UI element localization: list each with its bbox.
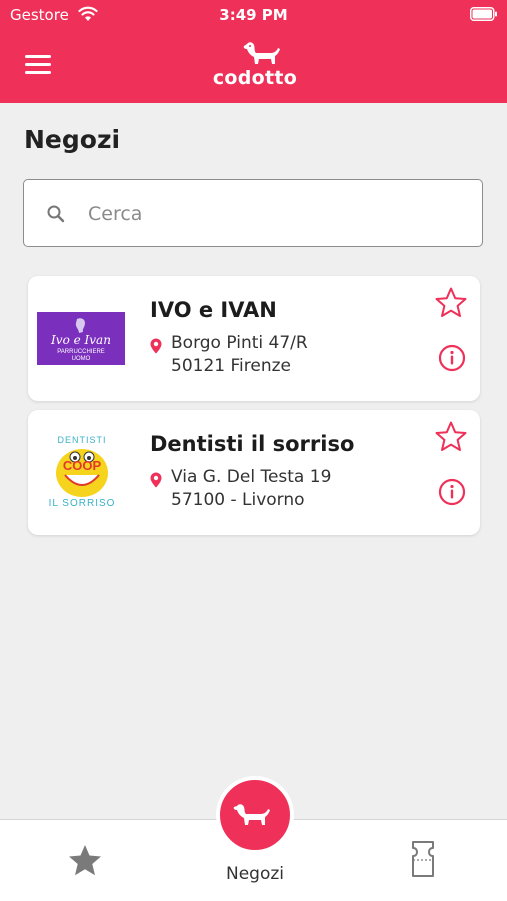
shop-logo-text: UOMO — [72, 356, 91, 362]
favorite-star-icon[interactable] — [434, 420, 468, 454]
tab-shops[interactable]: Negozi — [200, 776, 310, 901]
search-icon — [47, 205, 65, 223]
status-bar: Gestore 3:49 PM — [0, 0, 507, 30]
shop-logo-text: Ivo e Ivan — [50, 333, 111, 347]
shop-address-street: Borgo Pinti 47/R — [171, 333, 308, 353]
dog-icon — [233, 804, 270, 825]
menu-icon-bar — [25, 71, 51, 74]
info-icon[interactable] — [438, 478, 466, 506]
favorite-star-icon[interactable] — [434, 286, 468, 320]
menu-icon-bar — [25, 55, 51, 58]
dog-icon — [243, 42, 280, 64]
ticket-icon — [412, 841, 434, 877]
shop-logo-text: PARRUCCHIERE — [57, 349, 105, 355]
shop-logo-text: DENTISTI — [57, 435, 106, 445]
shop-logo-ivo-ivan: Ivo e Ivan PARRUCCHIERE UOMO — [37, 312, 125, 365]
shop-logo-dentisti: DENTISTI COOP IL SORRISO — [49, 435, 116, 509]
battery-icon — [470, 7, 497, 21]
tab-favorites[interactable] — [60, 840, 110, 880]
shop-name: IVO e IVAN — [150, 298, 277, 322]
star-filled-icon — [69, 845, 101, 876]
shop-logo-text: IL SORRISO — [49, 498, 116, 509]
location-pin-icon — [150, 338, 162, 354]
shop-logo-text: COOP — [63, 458, 102, 473]
tab-shops-circle — [216, 776, 294, 854]
shop-address-street: Via G. Del Testa 19 — [171, 467, 332, 487]
app-header: Gestore 3:49 PM codotto — [0, 0, 507, 103]
tab-bar: Negozi — [0, 776, 507, 901]
shop-card[interactable]: DENTISTI COOP IL SORRISO Dentisti il sor… — [28, 410, 480, 535]
status-time: 3:49 PM — [219, 6, 288, 24]
info-icon[interactable] — [438, 344, 466, 372]
shop-name: Dentisti il sorriso — [150, 432, 355, 456]
logo-text: codotto — [212, 67, 298, 89]
search-box[interactable] — [23, 179, 483, 247]
menu-button[interactable] — [25, 55, 51, 77]
menu-icon-bar — [25, 63, 51, 66]
search-input[interactable] — [86, 194, 470, 234]
shop-card[interactable]: Ivo e Ivan PARRUCCHIERE UOMO IVO e IVAN … — [28, 276, 480, 401]
shop-address-city: 57100 - Livorno — [171, 490, 305, 510]
tab-shops-label: Negozi — [225, 864, 284, 884]
app-logo: codotto — [205, 40, 305, 90]
shop-address-city: 50121 Firenze — [171, 356, 291, 376]
location-pin-icon — [150, 472, 162, 488]
tab-vouchers[interactable] — [400, 838, 446, 882]
page-title: Negozi — [24, 125, 121, 154]
